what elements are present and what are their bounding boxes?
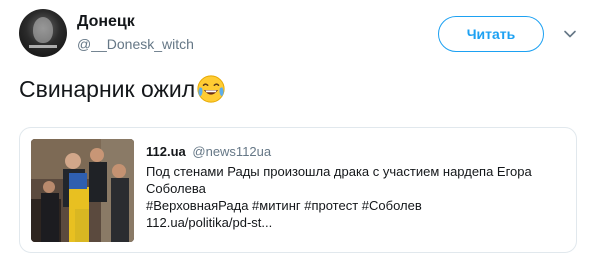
face-with-tears-of-joy-icon [197,75,225,103]
avatar-caption [29,45,57,48]
card-source-handle[interactable]: @news112ua [192,144,271,159]
card-image [31,139,134,242]
tweet-text: Свинарник ожил [19,74,226,104]
link-card[interactable]: 112.ua @news112ua Под стенами Рады произ… [19,127,577,253]
tweet-text-content: Свинарник ожил [19,75,196,102]
card-link[interactable]: 112.ua/politika/pd-st... [146,214,566,231]
card-source-name[interactable]: 112.ua [146,144,186,159]
card-body: 112.ua @news112ua Под стенами Рады произ… [146,144,566,231]
card-text-line1: Под стенами Рады произошла драка с участ… [146,164,532,179]
tweet: Донецк @__Donesk_witch Читать Свинарник … [0,0,597,258]
card-text: Под стенами Рады произошла драка с участ… [146,163,566,231]
follow-button[interactable]: Читать [438,16,544,52]
author-name[interactable]: Донецк [77,13,135,31]
card-header: 112.ua @news112ua [146,144,566,159]
author-handle[interactable]: @__Donesk_witch [77,36,194,52]
avatar[interactable] [19,9,67,57]
card-photo [31,139,134,242]
chevron-down-icon[interactable] [563,27,577,41]
card-hashtags[interactable]: #ВерховнаяРада #митинг #протест #Соболев [146,197,566,214]
card-text-line2: Соболева [146,181,206,196]
avatar-face [33,17,53,43]
